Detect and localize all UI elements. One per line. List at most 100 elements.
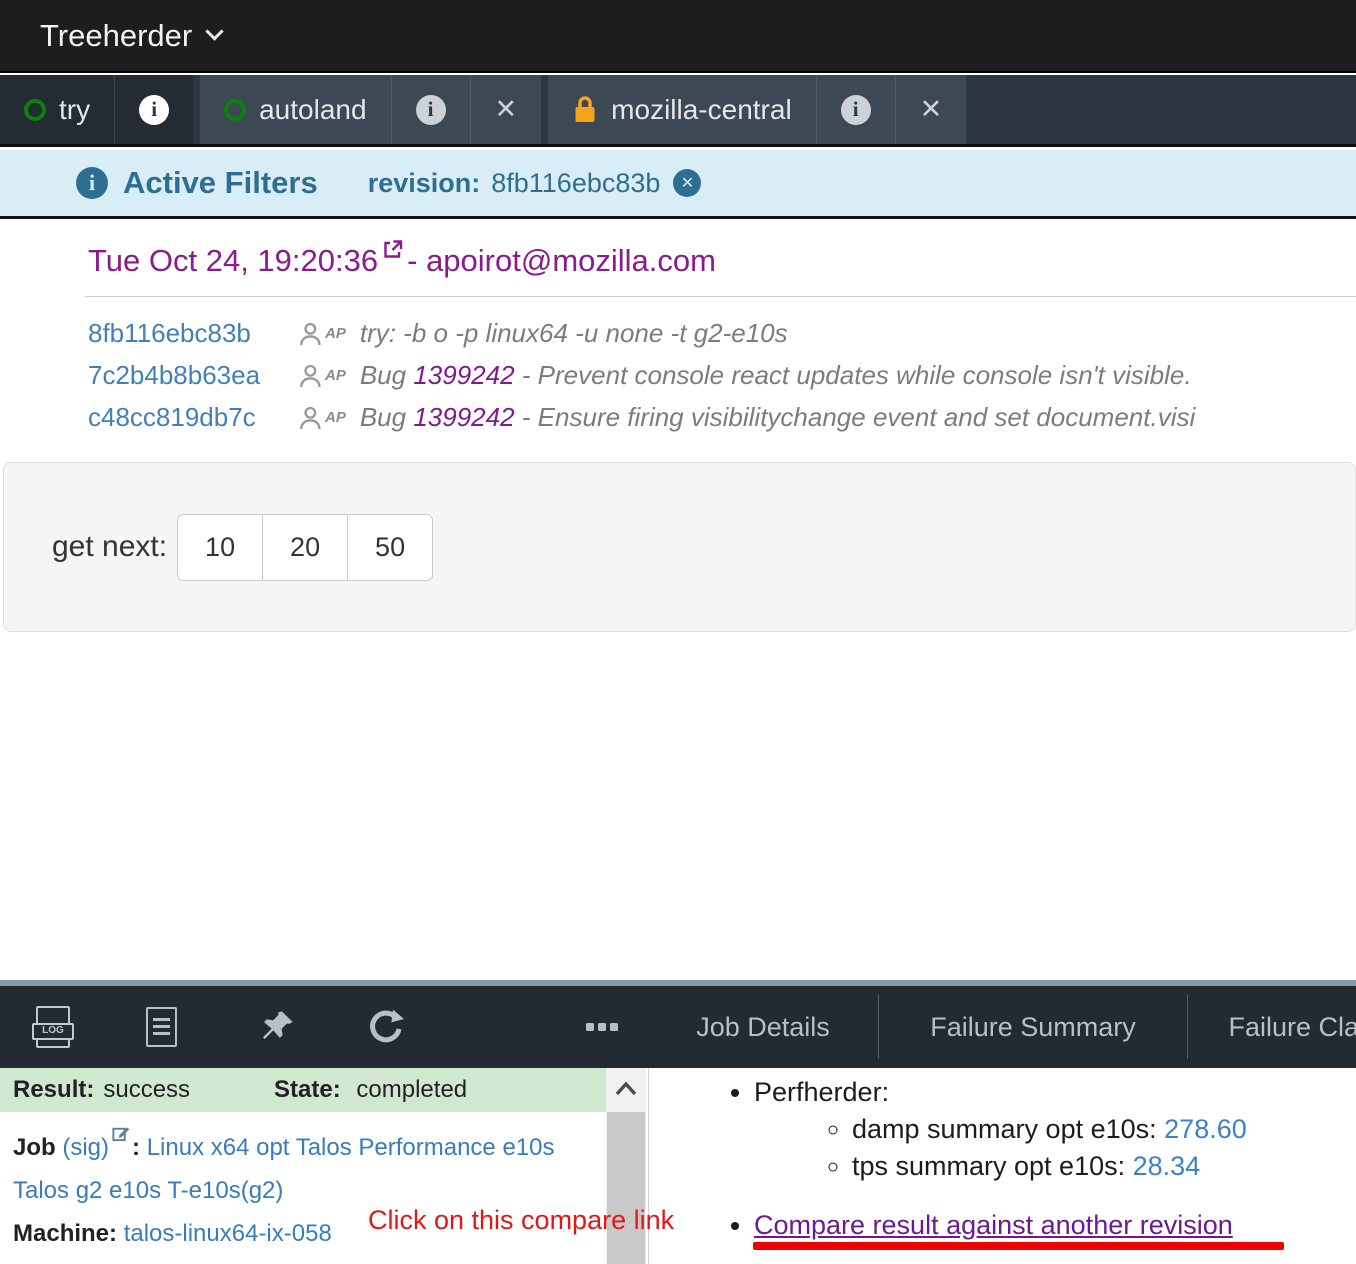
author-initials: AP [325, 325, 346, 342]
app-title: Treeherder [40, 18, 192, 54]
job-detail-panel: LOG [0, 980, 1356, 1264]
push-divider [85, 296, 1356, 297]
author-icon [298, 405, 324, 431]
close-icon: ✕ [495, 94, 518, 125]
raw-log-button[interactable] [146, 986, 177, 1068]
repo-tab-mozilla-central[interactable]: mozilla-central [548, 75, 817, 144]
push-date-link[interactable]: Tue Oct 24, 19:20:36 [88, 243, 378, 278]
tab-failure-classification[interactable]: Failure Classification [1188, 986, 1356, 1068]
repo-close-button-mozilla-central[interactable]: ✕ [896, 75, 967, 144]
result-value: success [103, 1076, 190, 1104]
perf-result-value-link[interactable]: 278.60 [1164, 1114, 1247, 1144]
detail-tab-bar: Job Details Failure Summary Failure Clas… [648, 986, 1356, 1068]
revision-row: c48cc819db7c AP Bug 1399242 - Ensure fir… [0, 396, 1356, 438]
perfherder-sublist: damp summary opt e10s: 278.60 tps summar… [754, 1111, 1356, 1185]
more-actions-button[interactable] [586, 986, 620, 1068]
state-value: completed [356, 1076, 467, 1103]
top-navbar: Treeherder [0, 0, 1356, 73]
info-icon: i [139, 95, 169, 125]
filter-value: 8fb116ebc83b [491, 168, 660, 199]
pin-job-button[interactable] [258, 986, 296, 1068]
repo-open-icon [24, 99, 46, 121]
push-author-link[interactable]: apoirot@mozilla.com [426, 243, 716, 278]
job-colon: : [132, 1134, 140, 1161]
chevron-down-icon [206, 22, 224, 40]
compare-revision-link[interactable]: Compare result against another revision [754, 1210, 1233, 1240]
get-next-label: get next: [52, 530, 167, 564]
compare-item: Compare result against another revision [754, 1207, 1356, 1244]
get-next-10-button[interactable]: 10 [177, 514, 263, 581]
treeherder-app: Treeherder try i autoland i ✕ [0, 0, 1356, 1264]
ellipsis-icon [586, 1022, 620, 1032]
edit-icon [111, 1124, 130, 1143]
revision-comment: Bug 1399242 - Prevent console react upda… [360, 360, 1192, 391]
repo-tab-autoland[interactable]: autoland [200, 75, 391, 144]
job-sig-link[interactable]: (sig) [62, 1134, 109, 1161]
tab-failure-summary[interactable]: Failure Summary [879, 986, 1187, 1068]
state-group: State: completed [274, 1076, 467, 1104]
repo-info-button-mozilla-central[interactable]: i [817, 75, 896, 144]
comment-text: - Ensure firing visibilitychange event a… [515, 402, 1196, 432]
get-next-button-group: 10 20 50 [177, 514, 433, 581]
comment-text: Bug [360, 360, 414, 390]
revision-sha-link[interactable]: 7c2b4b8b63ea [88, 360, 298, 391]
tab-job-details[interactable]: Job Details [648, 986, 878, 1068]
detail-toolbar-icons: LOG [0, 986, 648, 1068]
get-next-20-button[interactable]: 20 [262, 514, 348, 581]
comment-text: Bug [360, 402, 414, 432]
perf-result-item: damp summary opt e10s: 278.60 [852, 1111, 1356, 1148]
revision-comment: try: -b o -p linux64 -u none -t g2-e10s [360, 318, 788, 349]
author-initials: AP [325, 409, 346, 426]
filter-key: revision: [368, 168, 481, 199]
document-icon [146, 1007, 177, 1047]
repo-group-autoland: autoland i ✕ [200, 75, 541, 144]
revision-list: 8fb116ebc83b AP try: -b o -p linux64 -u … [0, 312, 1356, 438]
info-icon: i [76, 167, 108, 199]
repo-label: autoland [259, 94, 366, 126]
close-icon: ✕ [920, 94, 943, 125]
repo-close-button-autoland[interactable]: ✕ [471, 75, 542, 144]
repo-label: mozilla-central [611, 94, 792, 126]
author-initials: AP [325, 367, 346, 384]
machine-label: Machine: [13, 1220, 117, 1247]
comment-text: - Prevent console react updates while co… [515, 360, 1192, 390]
repo-info-button-autoland[interactable]: i [392, 75, 471, 144]
retrigger-button[interactable] [366, 986, 406, 1068]
perf-result-value-link[interactable]: 28.34 [1133, 1151, 1201, 1181]
detail-toolbar: LOG [0, 986, 1356, 1068]
repo-info-button-try[interactable]: i [115, 75, 193, 144]
comment-text: try: -b o -p linux64 -u none -t g2-e10s [360, 318, 788, 348]
active-filters-label: Active Filters [123, 165, 318, 201]
app-menu-button[interactable]: Treeherder [40, 18, 221, 54]
repo-tab-try[interactable]: try [0, 75, 115, 144]
revision-sha-link[interactable]: c48cc819db7c [88, 402, 298, 433]
revision-row: 7c2b4b8b63ea AP Bug 1399242 - Prevent co… [0, 354, 1356, 396]
scrollbar-up-button[interactable] [606, 1068, 646, 1110]
revision-row: 8fb116ebc83b AP try: -b o -p linux64 -u … [0, 312, 1356, 354]
detail-panels: Result: success State: completed Job (si… [0, 1068, 1356, 1264]
bug-link[interactable]: 1399242 [413, 360, 514, 390]
perfherder-label: Perfherder: [754, 1077, 889, 1107]
repo-label: try [59, 94, 90, 126]
machine-link[interactable]: talos-linux64-ix-058 [124, 1220, 332, 1247]
log-viewer-button[interactable]: LOG [36, 986, 70, 1068]
revision-sha-link[interactable]: 8fb116ebc83b [88, 318, 298, 349]
get-next-50-button[interactable]: 50 [347, 514, 433, 581]
bug-link[interactable]: 1399242 [413, 402, 514, 432]
refresh-icon [366, 1007, 406, 1047]
log-icon-label: LOG [32, 1023, 74, 1040]
remove-filter-button[interactable]: ✕ [673, 169, 701, 197]
get-next-panel: get next: 10 20 50 [3, 462, 1356, 632]
author-icon [298, 321, 324, 347]
perf-result-label: tps summary opt e10s: [852, 1151, 1125, 1181]
log-file-icon: LOG [36, 1006, 70, 1048]
scrollbar-thumb[interactable] [607, 1112, 645, 1264]
push-header-separator: - [407, 243, 417, 278]
perf-result-label: damp summary opt e10s: [852, 1114, 1157, 1144]
perfherder-item: Perfherder: damp summary opt e10s: 278.6… [754, 1074, 1356, 1185]
annotation-underline [753, 1242, 1284, 1250]
active-filters-bar: i Active Filters revision: 8fb116ebc83b … [0, 150, 1356, 219]
info-icon: i [841, 95, 871, 125]
job-details-list: Perfherder: damp summary opt e10s: 278.6… [649, 1074, 1356, 1244]
chevron-up-icon [615, 1082, 637, 1096]
